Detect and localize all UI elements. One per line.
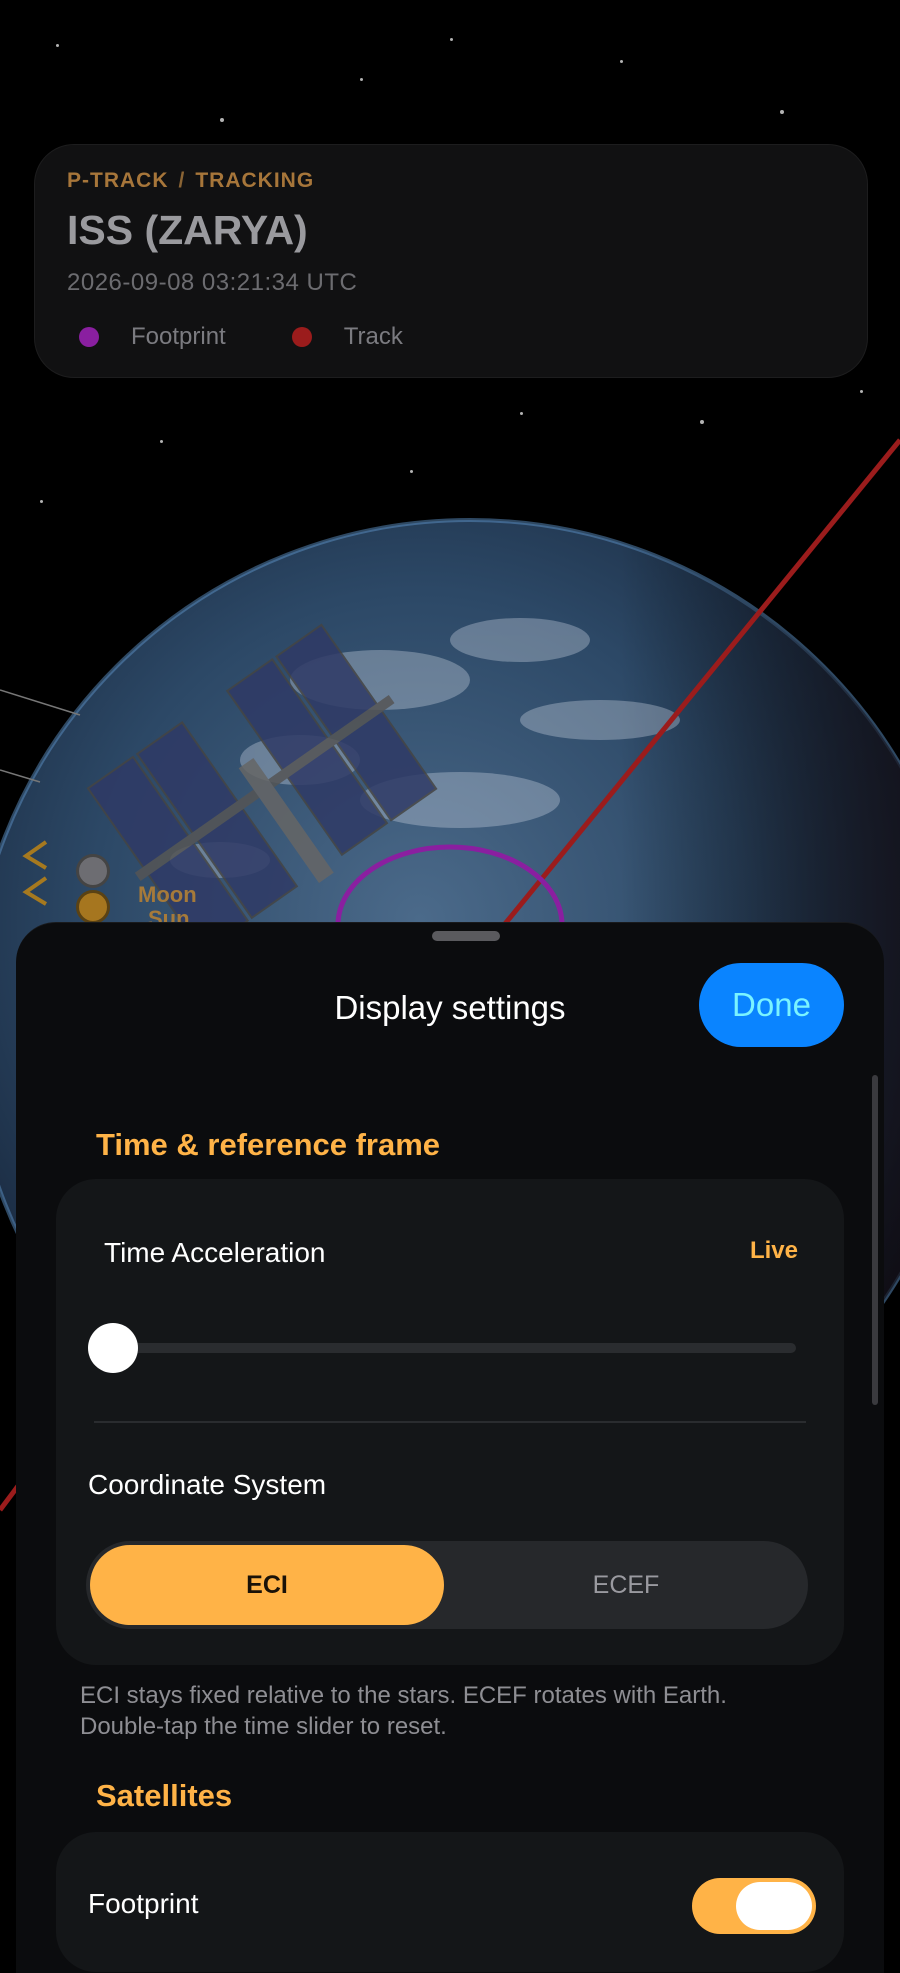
timestamp: 2026-09-08 03:21:34 UTC — [67, 269, 358, 296]
breadcrumb-app[interactable]: P-TRACK — [67, 169, 169, 192]
star — [700, 420, 704, 424]
star — [860, 390, 863, 393]
divider — [94, 1421, 806, 1423]
scrollbar[interactable] — [872, 1075, 878, 1405]
track-legend-dot — [291, 327, 312, 347]
coordinate-hint-text: ECI stays fixed relative to the stars. E… — [80, 1682, 727, 1740]
star — [450, 38, 453, 41]
star — [360, 78, 363, 81]
legend-footprint-label: Footprint — [131, 323, 226, 350]
done-button[interactable]: Done — [699, 963, 844, 1047]
breadcrumb-separator: / — [178, 169, 186, 192]
segment-ecef[interactable]: ECEF — [448, 1545, 804, 1625]
toggle-knob — [736, 1882, 812, 1930]
sheet-grabber[interactable] — [432, 931, 500, 941]
sun-icon[interactable] — [76, 890, 110, 924]
time-acceleration-value: Live — [749, 1237, 798, 1264]
time-acceleration-label: Time Acceleration — [104, 1237, 326, 1268]
breadcrumb-section: TRACKING — [195, 169, 315, 192]
star — [220, 118, 224, 122]
star — [56, 44, 59, 47]
star — [160, 440, 163, 443]
tracking-card: P-TRACK / TRACKING ISS (ZARYA) 2026-09-08 … — [34, 144, 868, 378]
section-header-time: Time & reference frame — [96, 1127, 441, 1162]
star — [620, 60, 623, 63]
coordinate-system-label: Coordinate System — [88, 1469, 327, 1500]
moon-icon[interactable] — [76, 854, 110, 888]
star — [780, 110, 784, 114]
slider-thumb[interactable] — [88, 1323, 138, 1373]
satellite-name: ISS (ZARYA) — [67, 207, 308, 253]
segment-eci[interactable]: ECI — [90, 1545, 444, 1625]
coordinate-system-segmented-control: ECI ECEF — [86, 1541, 808, 1629]
legend-track-label: Track — [343, 323, 403, 350]
star — [410, 470, 413, 473]
footprint-toggle[interactable] — [692, 1878, 816, 1934]
star — [40, 500, 43, 503]
star — [520, 412, 523, 415]
display-settings-sheet: Display settings Done Time & reference f… — [16, 922, 884, 1973]
footprint-legend-dot — [79, 327, 99, 347]
section-header-satellites: Satellites — [96, 1778, 233, 1813]
time-settings-group: Time Acceleration Live Coordinate System… — [56, 1179, 844, 1665]
footprint-toggle-label: Footprint — [88, 1888, 199, 1919]
satellites-settings-group: Footprint — [56, 1832, 844, 1972]
chevron-left-icon — [22, 840, 48, 906]
time-acceleration-slider[interactable] — [96, 1343, 796, 1353]
moon-label: Moon — [138, 882, 197, 907]
breadcrumb: P-TRACK / TRACKING — [67, 169, 314, 193]
legend: Footprint Track — [79, 323, 469, 351]
